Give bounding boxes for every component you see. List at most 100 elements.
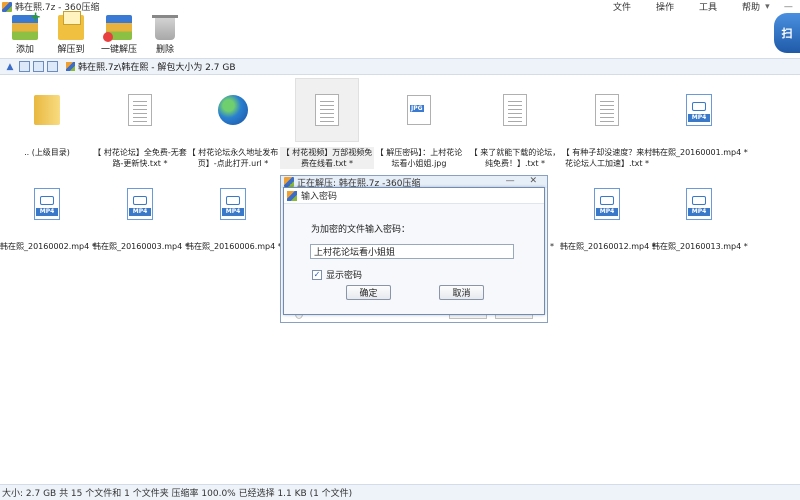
mp4-tag: MP4 xyxy=(129,208,151,216)
show-password-option[interactable]: ✓ 显示密码 xyxy=(312,268,362,281)
thumbnail-view-icon[interactable] xyxy=(19,61,30,72)
ok-button[interactable]: 确定 xyxy=(346,285,391,300)
window-title: 韩在熙.7z - 360压缩 xyxy=(15,3,100,13)
one-key-extract-icon xyxy=(103,15,132,42)
file-name: 【 村花视频】万部视频免费在线看.txt * xyxy=(280,147,374,169)
mp4-file-icon: MP4 xyxy=(686,94,712,126)
up-arrow-icon[interactable]: ▲ xyxy=(4,61,16,73)
mp4-tag: MP4 xyxy=(688,208,710,216)
minimize-icon[interactable]: — xyxy=(784,2,793,12)
file-item[interactable]: 【 村花论坛】全免费-无套路-更新快.txt * xyxy=(93,78,187,169)
title-bar: 韩在熙.7z - 360压缩 文件 操作 工具 帮助 ▾ — xyxy=(0,0,800,13)
mp4-tag: MP4 xyxy=(222,208,244,216)
file-name: 韩在熙_20160012.mp4 * xyxy=(560,242,656,251)
text-file-icon xyxy=(315,94,339,126)
file-name: 韩在熙_20160002.mp4 * xyxy=(0,242,96,251)
globe-icon xyxy=(218,95,248,125)
show-password-label: 显示密码 xyxy=(326,271,363,281)
file-thumb: MP4 xyxy=(667,172,731,236)
skin-menu-icon[interactable]: ▾ xyxy=(765,2,770,12)
list-view-icon[interactable] xyxy=(33,61,44,72)
file-item[interactable]: MP4 韩在熙_20160013.mp4 * xyxy=(652,172,748,252)
file-thumb: MP4 xyxy=(575,172,639,236)
security-scan-button[interactable]: 扫 xyxy=(774,13,800,53)
status-bar: 大小: 2.7 GB 共 15 个文件和 1 个文件夹 压缩率 100.0% 已… xyxy=(0,484,800,500)
file-name: 韩在熙_20160001.mp4 * xyxy=(652,148,748,157)
camera-icon xyxy=(40,196,54,205)
file-name: 【 来了就能下载的论坛，纯免费！】.txt * xyxy=(469,148,561,168)
file-thumb xyxy=(201,78,265,142)
window-controls: ▾ — xyxy=(758,0,800,13)
jpg-file-icon: JPG xyxy=(407,95,431,125)
mp4-tag: MP4 xyxy=(36,208,58,216)
jpg-tag: JPG xyxy=(410,105,424,112)
app-logo-icon xyxy=(287,190,297,201)
toolbar: 添加 解压到 一键解压 删除 xyxy=(0,10,800,58)
add-label: 添加 xyxy=(15,45,34,55)
trash-icon xyxy=(152,15,178,40)
extract-to-button[interactable]: 解压到 xyxy=(48,11,94,55)
app-logo-icon xyxy=(2,1,12,12)
menu-file[interactable]: 文件 xyxy=(613,0,631,13)
mp4-file-icon: MP4 xyxy=(686,188,712,220)
camera-icon xyxy=(226,196,240,205)
menu-tools[interactable]: 工具 xyxy=(699,0,717,13)
password-dialog-title-bar: 输入密码 xyxy=(284,188,544,204)
password-prompt: 为加密的文件输入密码： xyxy=(311,225,411,235)
file-item[interactable]: .. (上级目录) xyxy=(0,78,94,158)
file-name: 韩在熙_20160003.mp4 * xyxy=(93,242,189,251)
file-item[interactable]: MP4 韩在熙_20160003.mp4 * xyxy=(93,172,189,252)
file-thumb: MP4 xyxy=(15,172,79,236)
file-item[interactable]: MP4 韩在熙_20160012.mp4 * xyxy=(560,172,656,252)
menu-bar: 文件 操作 工具 帮助 xyxy=(588,0,760,13)
mp4-file-icon: MP4 xyxy=(34,188,60,220)
file-thumb xyxy=(108,78,172,142)
file-thumb xyxy=(575,78,639,142)
progress-window-controls[interactable]: — ✕ xyxy=(506,176,543,186)
menu-operation[interactable]: 操作 xyxy=(656,0,674,13)
folder-icon xyxy=(34,95,60,125)
file-name: 【 村花论坛永久地址发布页】-点此打开.url * xyxy=(187,148,279,168)
camera-icon xyxy=(692,102,706,111)
file-item[interactable]: MP4 韩在熙_20160002.mp4 * xyxy=(0,172,96,252)
file-item[interactable]: JPG 【 解压密码】：上村花论坛看小姐姐.jpg xyxy=(372,78,466,169)
file-item[interactable]: 【 有种子却没速度？来村花论坛人工加速】.txt * xyxy=(560,78,654,169)
file-item[interactable]: 【 来了就能下载的论坛，纯免费！】.txt * xyxy=(468,78,562,169)
file-name: 【 有种子却没速度？来村花论坛人工加速】.txt * xyxy=(561,148,653,168)
file-item[interactable]: MP4 韩在熙_20160001.mp4 * xyxy=(652,78,748,158)
delete-label: 删除 xyxy=(155,45,174,55)
file-name: 韩在熙_20160006.mp4 * xyxy=(186,242,282,251)
address-bar: ▲ 韩在熙.7z\韩在熙 - 解包大小为 2.7 GB xyxy=(0,58,800,75)
extract-folder-icon xyxy=(58,11,84,40)
password-dialog: 输入密码 为加密的文件输入密码： ✓ 显示密码 确定 取消 xyxy=(283,187,545,315)
mp4-file-icon: MP4 xyxy=(594,188,620,220)
camera-icon xyxy=(133,196,147,205)
text-file-icon xyxy=(128,94,152,126)
mp4-tag: MP4 xyxy=(596,208,618,216)
detail-view-icon[interactable] xyxy=(47,61,58,72)
file-thumb: MP4 xyxy=(201,172,265,236)
file-thumb xyxy=(295,78,359,142)
show-password-checkbox[interactable]: ✓ xyxy=(312,269,322,280)
file-thumb: JPG xyxy=(387,78,451,142)
file-thumb: MP4 xyxy=(108,172,172,236)
password-dialog-title: 输入密码 xyxy=(301,192,338,202)
delete-button[interactable]: 删除 xyxy=(142,15,188,55)
add-archive-icon xyxy=(12,10,41,40)
file-item[interactable]: MP4 韩在熙_20160006.mp4 * xyxy=(186,172,282,252)
file-thumb xyxy=(483,78,547,142)
onekey-label: 一键解压 xyxy=(100,45,137,55)
file-name: 【 村花论坛】全免费-无套路-更新快.txt * xyxy=(93,148,187,168)
one-key-extract-button[interactable]: 一键解压 xyxy=(96,15,142,55)
mp4-file-icon: MP4 xyxy=(127,188,153,220)
add-button[interactable]: 添加 xyxy=(2,10,48,55)
file-name: 【 解压密码】：上村花论坛看小姐姐.jpg xyxy=(375,148,463,168)
camera-icon xyxy=(600,196,614,205)
file-item[interactable]: 【 村花论坛永久地址发布页】-点此打开.url * xyxy=(186,78,280,169)
file-item-selected[interactable]: 【 村花视频】万部视频免费在线看.txt * xyxy=(280,78,374,169)
password-input[interactable] xyxy=(310,244,514,259)
scan-label: 扫 xyxy=(781,27,793,40)
cancel-button[interactable]: 取消 xyxy=(439,285,484,300)
text-file-icon xyxy=(503,94,527,126)
file-name: .. (上级目录) xyxy=(24,148,70,157)
